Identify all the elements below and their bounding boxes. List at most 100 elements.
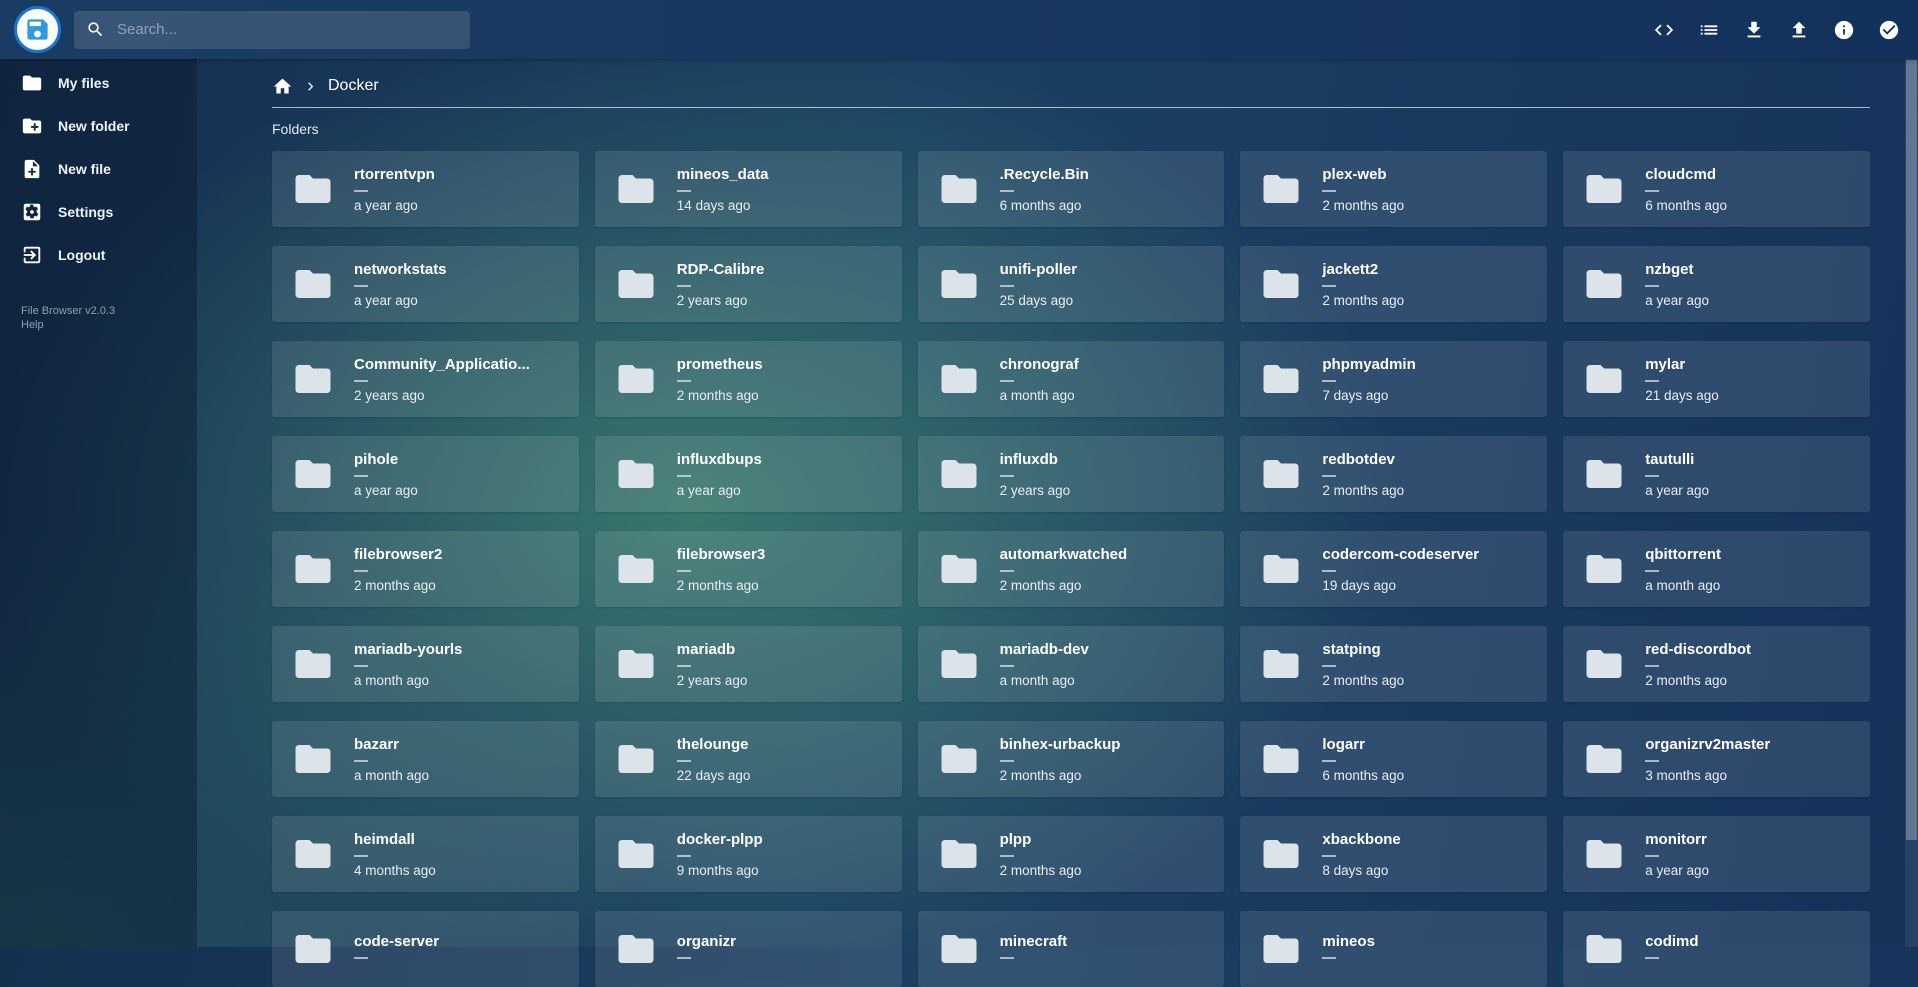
- help-link[interactable]: Help: [21, 318, 197, 332]
- folder-card[interactable]: minecraft: [918, 911, 1225, 987]
- folder-card[interactable]: mineos_data14 days ago: [595, 151, 902, 227]
- sidebar-item-new-file[interactable]: New file: [0, 147, 197, 190]
- folder-name: organizrv2master: [1645, 736, 1770, 753]
- folder-name: rtorrentvpn: [354, 166, 435, 183]
- folder-modified-time: 2 months ago: [1322, 483, 1404, 498]
- folder-name: networkstats: [354, 261, 447, 278]
- folder-card[interactable]: RDP-Calibre2 years ago: [595, 246, 902, 322]
- folder-modified-time: 6 months ago: [1000, 198, 1089, 213]
- card-divider: [1645, 285, 1659, 287]
- folder-modified-time: a year ago: [354, 198, 435, 213]
- chevron-right-icon: [302, 78, 319, 95]
- folder-card[interactable]: logarr6 months ago: [1240, 721, 1547, 797]
- info-icon[interactable]: [1833, 19, 1855, 41]
- folder-card[interactable]: mariadb-deva month ago: [918, 626, 1225, 702]
- card-divider: [1645, 760, 1659, 762]
- search-input[interactable]: [117, 21, 458, 38]
- scrollbar-thumb[interactable]: [1906, 60, 1917, 840]
- folder-card[interactable]: statping2 months ago: [1240, 626, 1547, 702]
- folder-card[interactable]: organizrv2master3 months ago: [1563, 721, 1870, 797]
- folder-modified-time: 2 months ago: [354, 578, 442, 593]
- folder-card[interactable]: chronografa month ago: [918, 341, 1225, 417]
- folder-modified-time: 21 days ago: [1645, 388, 1719, 403]
- filebrowser-logo[interactable]: [14, 6, 61, 53]
- folder-card[interactable]: Community_Applicatio...2 years ago: [272, 341, 579, 417]
- folder-card[interactable]: red-discordbot2 months ago: [1563, 626, 1870, 702]
- folder-name: mineos_data: [677, 166, 769, 183]
- card-divider: [1645, 190, 1659, 192]
- folder-card[interactable]: filebrowser2 2 months ago: [272, 531, 579, 607]
- folder-modified-time: a year ago: [1645, 293, 1709, 308]
- folder-card[interactable]: plpp2 months ago: [918, 816, 1225, 892]
- card-divider: [677, 285, 691, 287]
- card-divider: [354, 380, 368, 382]
- folder-icon: [1581, 548, 1627, 590]
- folder-card[interactable]: redbotdev 2 months ago: [1240, 436, 1547, 512]
- folder-card[interactable]: mariadb2 years ago: [595, 626, 902, 702]
- folder-card[interactable]: mylar21 days ago: [1563, 341, 1870, 417]
- folder-card[interactable]: jackett22 months ago: [1240, 246, 1547, 322]
- folder-card[interactable]: organizr: [595, 911, 902, 987]
- folder-card[interactable]: mineos: [1240, 911, 1547, 987]
- folder-card[interactable]: phpmyadmin7 days ago: [1240, 341, 1547, 417]
- folder-modified-time: a year ago: [677, 483, 762, 498]
- folder-modified-time: 22 days ago: [677, 768, 751, 783]
- folder-card[interactable]: codimd: [1563, 911, 1870, 987]
- folder-card[interactable]: bazarra month ago: [272, 721, 579, 797]
- folder-card[interactable]: influxdbupsa year ago: [595, 436, 902, 512]
- sidebar-item-settings[interactable]: Settings: [0, 190, 197, 233]
- folder-modified-time: a year ago: [1645, 483, 1709, 498]
- folder-card[interactable]: monitorra year ago: [1563, 816, 1870, 892]
- folder-modified-time: 25 days ago: [1000, 293, 1078, 308]
- upload-icon[interactable]: [1788, 19, 1810, 41]
- folder-name: mariadb-yourls: [354, 641, 462, 658]
- folder-name: redbotdev: [1322, 451, 1404, 468]
- folder-card[interactable]: thelounge 22 days ago: [595, 721, 902, 797]
- search-box[interactable]: [74, 11, 470, 49]
- folder-card[interactable]: mariadb-yourlsa month ago: [272, 626, 579, 702]
- folder-icon: [1581, 643, 1627, 685]
- folder-card[interactable]: piholea year ago: [272, 436, 579, 512]
- sidebar-item-logout[interactable]: Logout: [0, 233, 197, 276]
- folder-card[interactable]: docker-plpp9 months ago: [595, 816, 902, 892]
- folder-card[interactable]: codercom-codeserver19 days ago: [1240, 531, 1547, 607]
- folder-card[interactable]: xbackbone8 days ago: [1240, 816, 1547, 892]
- card-divider: [1000, 855, 1014, 857]
- folder-card[interactable]: prometheus2 months ago: [595, 341, 902, 417]
- folder-card[interactable]: influxdb2 years ago: [918, 436, 1225, 512]
- folder-card[interactable]: rtorrentvpn a year ago: [272, 151, 579, 227]
- folder-card[interactable]: plex-web2 months ago: [1240, 151, 1547, 227]
- folder-card[interactable]: binhex-urbackup2 months ago: [918, 721, 1225, 797]
- card-divider: [677, 957, 691, 959]
- sidebar-item-new-folder[interactable]: New folder: [0, 104, 197, 147]
- folder-card[interactable]: automarkwatched2 months ago: [918, 531, 1225, 607]
- folder-card[interactable]: filebrowser32 months ago: [595, 531, 902, 607]
- folder-icon: [613, 833, 659, 875]
- folder-modified-time: 2 months ago: [677, 578, 765, 593]
- folder-icon: [1581, 358, 1627, 400]
- folder-name: filebrowser2: [354, 546, 442, 563]
- folder-card[interactable]: heimdall4 months ago: [272, 816, 579, 892]
- folder-name: minecraft: [1000, 933, 1068, 950]
- download-icon[interactable]: [1743, 19, 1765, 41]
- card-divider: [1645, 570, 1659, 572]
- folder-card[interactable]: nzbget a year ago: [1563, 246, 1870, 322]
- home-icon[interactable]: [272, 76, 293, 97]
- folder-card[interactable]: .Recycle.Bin6 months ago: [918, 151, 1225, 227]
- folder-name: thelounge: [677, 736, 751, 753]
- folder-icon: [936, 833, 982, 875]
- folder-card[interactable]: unifi-poller25 days ago: [918, 246, 1225, 322]
- folder-card[interactable]: networkstatsa year ago: [272, 246, 579, 322]
- folder-card[interactable]: code-server: [272, 911, 579, 987]
- folder-icon: [613, 358, 659, 400]
- folder-name: nzbget: [1645, 261, 1709, 278]
- select-multiple-icon[interactable]: [1878, 19, 1900, 41]
- folder-card[interactable]: tautullia year ago: [1563, 436, 1870, 512]
- folder-card[interactable]: qbittorrenta month ago: [1563, 531, 1870, 607]
- folder-card[interactable]: cloudcmd6 months ago: [1563, 151, 1870, 227]
- folder-name: mariadb-dev: [1000, 641, 1089, 658]
- code-icon[interactable]: [1653, 19, 1675, 41]
- list-view-icon[interactable]: [1698, 19, 1720, 41]
- folder-icon: [613, 453, 659, 495]
- sidebar-item-my-files[interactable]: My files: [0, 61, 197, 104]
